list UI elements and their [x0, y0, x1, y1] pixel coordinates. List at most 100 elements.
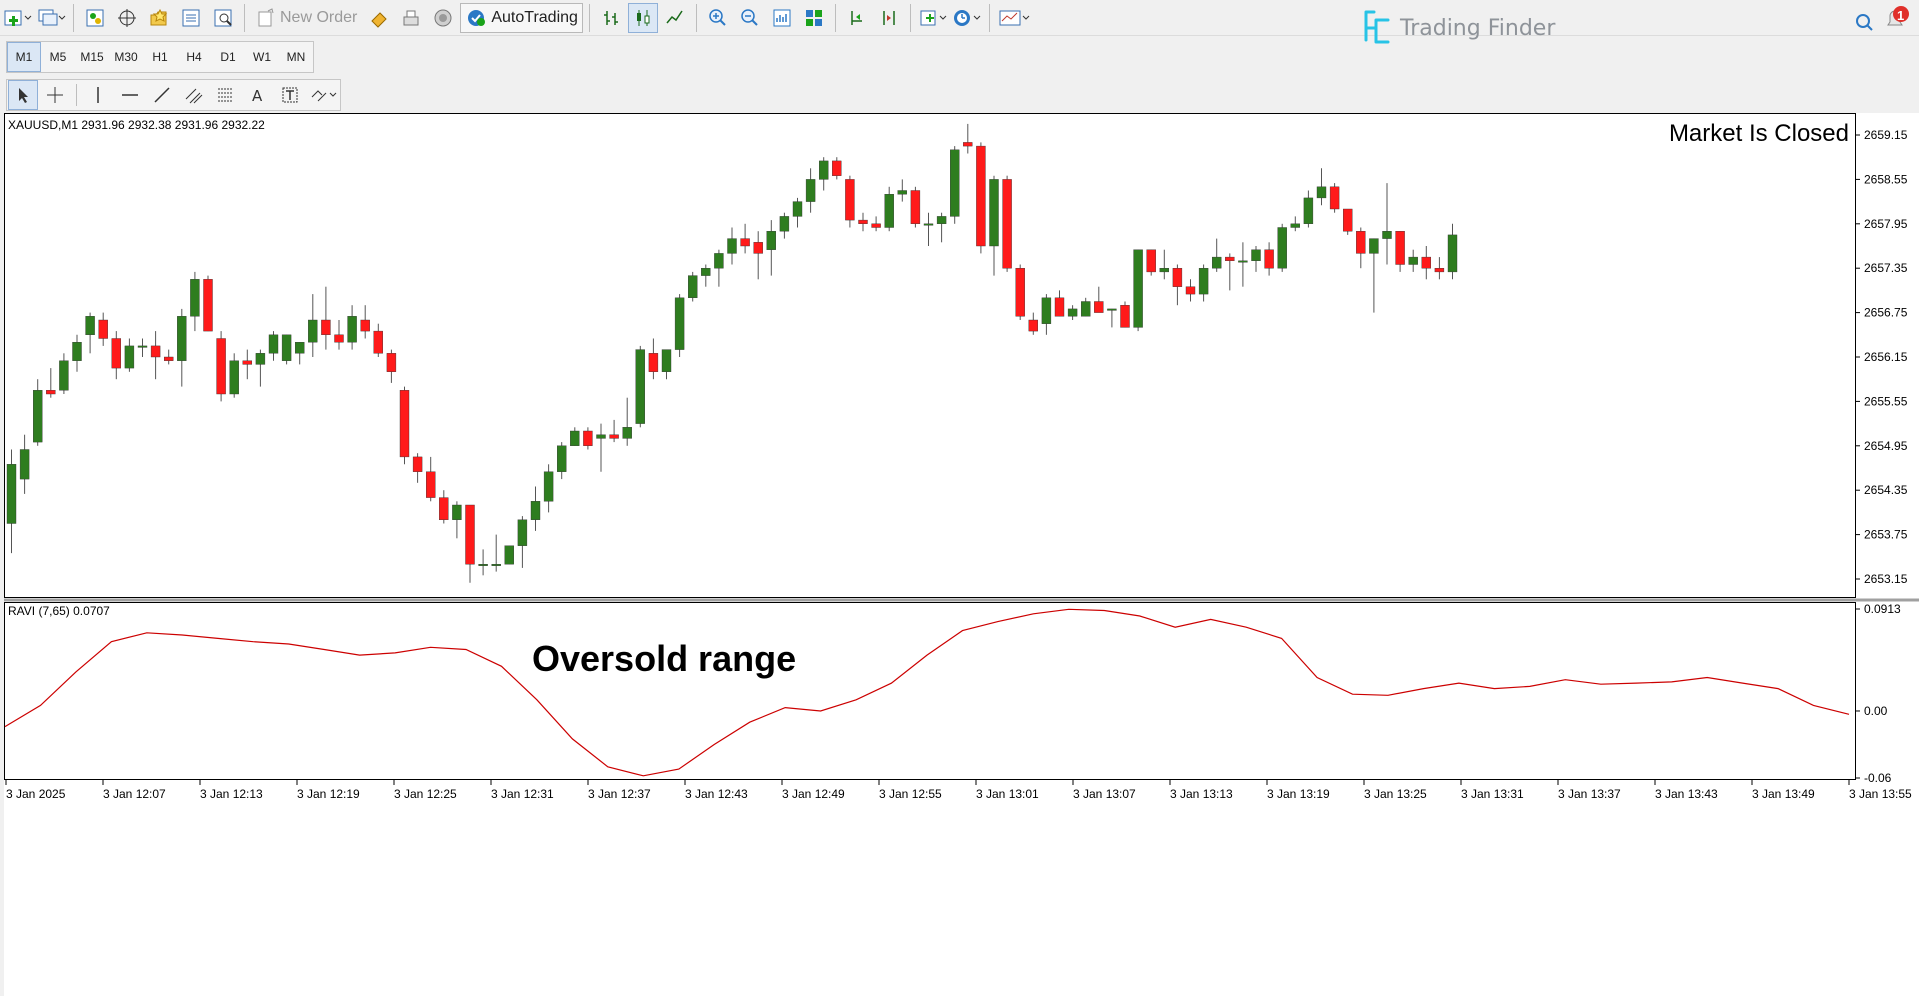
candle-body	[609, 434, 619, 439]
candle-body	[295, 341, 305, 354]
candle-body	[936, 216, 947, 225]
fibonacci-icon[interactable]	[211, 80, 241, 110]
price-label: 2658.55	[1864, 172, 1908, 186]
market-status-label: Market Is Closed	[1669, 120, 1849, 147]
new-chart-icon[interactable]	[1, 3, 33, 33]
candle	[1002, 175, 1012, 272]
navigator-icon[interactable]	[112, 3, 142, 33]
terminal-icon[interactable]	[176, 3, 206, 33]
price-axis: 2659.15 2658.55 2657.95 2657.35 2656.75 2656.…	[1855, 128, 1908, 586]
indicator-axis: 0.0913 0.00 -0.06	[1855, 602, 1901, 785]
timeframe-d1[interactable]: D1	[211, 42, 245, 72]
market-watch-icon[interactable]	[80, 3, 110, 33]
timeframe-h4[interactable]: H4	[177, 42, 211, 72]
candle-body	[1329, 186, 1340, 210]
zoom-in-icon[interactable]	[703, 3, 733, 33]
timeframe-m5[interactable]: M5	[41, 42, 75, 72]
candle-body	[1185, 286, 1196, 295]
new-order-button[interactable]: New Order	[251, 3, 362, 33]
candle-body	[216, 338, 226, 395]
candle-body	[923, 223, 934, 226]
cursor-icon[interactable]	[8, 79, 38, 110]
time-label: 3 Jan 12:37	[588, 787, 651, 801]
candle-body	[517, 519, 528, 546]
crosshair-icon[interactable]	[40, 80, 70, 110]
indicators-icon[interactable]	[917, 3, 949, 33]
strategy-tester-icon[interactable]	[208, 3, 238, 33]
candle-body	[426, 471, 436, 498]
periods-icon[interactable]	[951, 3, 983, 33]
text-label-icon[interactable]: A	[243, 80, 273, 110]
candle	[976, 142, 986, 254]
tile-windows-icon[interactable]	[767, 3, 797, 33]
search-icon[interactable]	[1849, 7, 1879, 37]
candle-body	[1277, 227, 1287, 269]
candle-body	[819, 160, 829, 180]
shift-end-icon[interactable]	[874, 3, 904, 33]
bar-chart-icon[interactable]	[596, 3, 626, 33]
candle-body	[347, 316, 357, 343]
templates-icon[interactable]	[996, 3, 1032, 33]
candle-body	[465, 504, 475, 565]
candle-body	[871, 223, 881, 228]
candle-body	[452, 504, 462, 521]
candle-body	[1290, 223, 1301, 228]
timeframe-m30[interactable]: M30	[109, 42, 143, 72]
time-label: 3 Jan 13:13	[1170, 787, 1233, 801]
candle	[1133, 249, 1143, 332]
candle	[1329, 183, 1340, 213]
candle-body	[766, 230, 776, 250]
chart-window[interactable]: 2659.15 2658.55 2657.95 2657.35 2656.75 2656.…	[4, 113, 1919, 996]
time-label: 3 Jan 13:37	[1558, 787, 1621, 801]
autoscroll-icon[interactable]	[842, 3, 872, 33]
arrows-icon[interactable]	[307, 80, 339, 110]
candle-body	[1342, 208, 1353, 232]
data-window-icon[interactable]	[144, 3, 174, 33]
line-chart-icon[interactable]	[660, 3, 690, 33]
signals-icon[interactable]	[396, 3, 426, 33]
candle-body	[583, 430, 593, 447]
periodicity-toolbar: M1 M5 M15 M30 H1 H4 D1 W1 MN	[0, 38, 314, 75]
candle	[688, 271, 698, 302]
candle-body	[98, 319, 108, 339]
timeframe-h1[interactable]: H1	[143, 42, 177, 72]
indicator-header: RAVI (7,65) 0.0707	[8, 604, 110, 618]
candle-body	[177, 316, 187, 361]
autotrading-button[interactable]: AutoTrading	[460, 2, 583, 33]
market-icon[interactable]	[428, 3, 458, 33]
profiles-icon[interactable]	[35, 3, 67, 33]
candle	[950, 146, 960, 224]
horizontal-line-icon[interactable]	[115, 80, 145, 110]
trendline-icon[interactable]	[147, 80, 177, 110]
candlestick-icon[interactable]	[627, 2, 658, 33]
candle-body	[596, 434, 606, 439]
timeframe-m1[interactable]: M1	[7, 41, 41, 72]
candle-body	[268, 334, 279, 354]
candle	[845, 175, 855, 228]
vertical-line-icon[interactable]	[83, 80, 113, 110]
notification-icon[interactable]: 1	[1881, 4, 1913, 34]
equidistant-channel-icon[interactable]	[179, 80, 209, 110]
candle-body	[543, 471, 554, 502]
zoom-out-icon[interactable]	[735, 3, 765, 33]
candle-body	[1356, 230, 1366, 254]
chart-canvas[interactable]: 2659.15 2658.55 2657.95 2657.35 2656.75 2656.…	[4, 113, 1919, 996]
chart-shift-icon[interactable]	[799, 3, 829, 33]
metaeditor-icon[interactable]	[364, 3, 394, 33]
time-axis: 3 Jan 2025 3 Jan 12:07 3 Jan 12:13 3 Jan 12…	[5, 780, 1912, 801]
price-label: 2656.15	[1864, 350, 1908, 364]
price-label: 2659.15	[1864, 128, 1908, 142]
timeframe-w1[interactable]: W1	[245, 42, 279, 72]
candle-body	[1094, 301, 1104, 313]
candle-body	[111, 338, 122, 369]
new-order-label: New Order	[280, 8, 358, 26]
candle-body	[399, 390, 410, 458]
candle-body	[792, 201, 803, 217]
candle-body	[1211, 256, 1222, 269]
candle	[399, 386, 410, 465]
text-tool-icon[interactable]	[275, 80, 305, 110]
price-label: 2657.35	[1864, 261, 1908, 275]
timeframe-m15[interactable]: M15	[75, 42, 109, 72]
timeframe-mn[interactable]: MN	[279, 42, 313, 72]
candle-body	[1146, 249, 1156, 273]
